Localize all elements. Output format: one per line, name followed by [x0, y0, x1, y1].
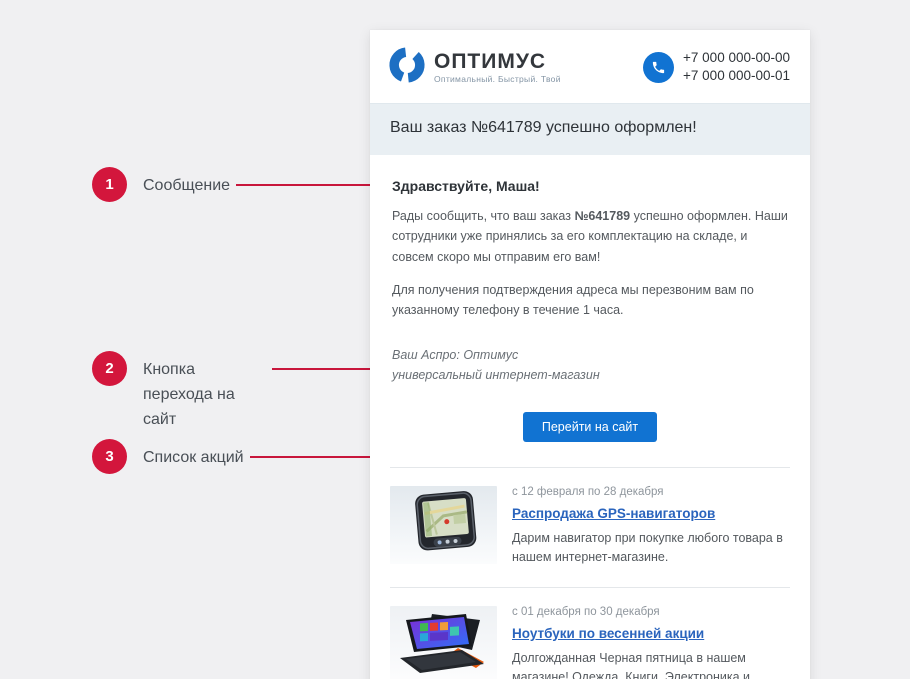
paragraph1-before: Рады сообщить, что ваш заказ	[392, 209, 574, 223]
promo-image-laptops[interactable]	[390, 606, 497, 679]
contact-block: +7 000 000-00-00 +7 000 000-00-01	[643, 49, 790, 85]
promo-item-laptops: с 01 декабря по 30 декабря Ноутбуки по в…	[370, 588, 810, 679]
promo-description-gps: Дарим навигатор при покупке любого товар…	[512, 529, 788, 567]
annotation-number-2: 2	[105, 360, 113, 377]
signature-line-2: универсальный интернет-магазин	[392, 365, 788, 385]
optimus-logo-icon	[388, 46, 426, 89]
brand-logo: ОПТИМУС Оптимальный. Быстрый. Твой	[388, 46, 561, 89]
order-number: №641789	[574, 209, 630, 223]
email-preview-card: ОПТИМУС Оптимальный. Быстрый. Твой +7 00…	[370, 30, 810, 679]
greeting: Здравствуйте, Маша!	[392, 178, 788, 194]
promo-content-laptops: с 01 декабря по 30 декабря Ноутбуки по в…	[512, 606, 788, 679]
message-paragraph-2: Для получения подтверждения адреса мы пе…	[392, 280, 788, 321]
phone-number-1: +7 000 000-00-00	[683, 49, 790, 67]
annotation-label-cta: Кнопка перехода на сайт	[143, 357, 269, 432]
promo-title-link-laptops[interactable]: Ноутбуки по весенней акции	[512, 626, 704, 641]
promo-content-gps: с 12 февраля по 28 декабря Распродажа GP…	[512, 486, 788, 567]
message-paragraph-1: Рады сообщить, что ваш заказ №641789 усп…	[392, 206, 788, 267]
annotation-number-3: 3	[105, 448, 113, 465]
promo-dates-laptops: с 01 декабря по 30 декабря	[512, 606, 788, 618]
promo-item-gps: с 12 февраля по 28 декабря Распродажа GP…	[370, 468, 810, 587]
go-to-site-button[interactable]: Перейти на сайт	[523, 412, 657, 442]
promo-image-gps-navigator[interactable]	[390, 486, 497, 564]
phone-icon	[643, 52, 674, 83]
leader-line-3	[250, 456, 378, 458]
order-status-banner: Ваш заказ №641789 успешно оформлен!	[370, 103, 810, 155]
promo-description-laptops: Долгожданная Черная пятница в нашем мага…	[512, 649, 788, 679]
brand-tagline: Оптимальный. Быстрый. Твой	[434, 74, 561, 84]
annotation-badge-1: 1	[92, 167, 127, 202]
brand-name: ОПТИМУС	[434, 51, 561, 73]
phone-number-2: +7 000 000-00-01	[683, 67, 790, 85]
promo-title-link-gps[interactable]: Распродажа GPS-навигаторов	[512, 506, 715, 521]
signature-line-1: Ваш Аспро: Оптимус	[392, 345, 788, 365]
brand-text: ОПТИМУС Оптимальный. Быстрый. Твой	[434, 51, 561, 84]
email-body: Здравствуйте, Маша! Рады сообщить, что в…	[370, 155, 810, 442]
promo-dates-gps: с 12 февраля по 28 декабря	[512, 486, 788, 498]
signature: Ваш Аспро: Оптимус универсальный интерне…	[392, 345, 788, 385]
email-header: ОПТИМУС Оптимальный. Быстрый. Твой +7 00…	[370, 30, 810, 103]
phone-numbers: +7 000 000-00-00 +7 000 000-00-01	[683, 49, 790, 85]
cta-wrap: Перейти на сайт	[392, 412, 788, 442]
annotation-number-1: 1	[105, 176, 113, 193]
leader-line-1	[236, 184, 372, 186]
annotation-badge-3: 3	[92, 439, 127, 474]
annotation-badge-2: 2	[92, 351, 127, 386]
